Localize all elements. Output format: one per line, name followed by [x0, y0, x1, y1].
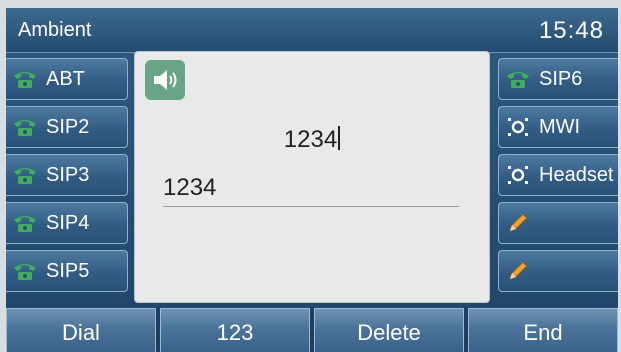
delete-softkey[interactable]: Delete: [314, 308, 464, 352]
line-key-abt[interactable]: ABT: [6, 58, 128, 100]
dial-number-text: 1234: [283, 126, 338, 153]
phone-screen: Ambient 15:48 ABT SIP2 SIP3 SIP4 SIP5 12…: [6, 8, 618, 352]
dss-key-headset[interactable]: Headset: [498, 154, 618, 196]
phone-icon: [8, 213, 42, 233]
dss-key-empty-1[interactable]: [498, 202, 618, 244]
dial-panel: 1234 1234: [135, 52, 489, 302]
softkey-bar: Dial 123 Delete End: [6, 308, 618, 352]
text-caret: [338, 126, 341, 150]
line-key-label: SIP3: [46, 163, 90, 186]
screen-title: Ambient: [18, 19, 92, 41]
dss-key-sip6[interactable]: SIP6: [498, 58, 618, 100]
line-key-label: SIP5: [46, 259, 90, 282]
phone-icon: [8, 117, 42, 137]
phone-icon: [501, 69, 535, 89]
phone-icon: [8, 165, 42, 185]
phone-icon: [8, 69, 42, 89]
speaker-icon: [145, 60, 185, 100]
dss-key-label: SIP6: [539, 67, 583, 90]
input-mode-softkey[interactable]: 123: [160, 308, 310, 352]
dial-softkey[interactable]: Dial: [6, 308, 156, 352]
line-key-sip2[interactable]: SIP2: [6, 106, 128, 148]
number-suggestion[interactable]: 1234: [163, 174, 216, 202]
dss-key-mwi[interactable]: MWI: [498, 106, 618, 148]
phone-icon: [8, 261, 42, 281]
status-bar: Ambient 15:48: [6, 8, 618, 53]
blf-icon: [501, 164, 535, 186]
dss-key-label: MWI: [539, 115, 581, 138]
pencil-icon: [501, 211, 535, 235]
line-key-label: ABT: [46, 67, 85, 90]
line-key-label: SIP2: [46, 115, 90, 138]
line-key-sip3[interactable]: SIP3: [6, 154, 128, 196]
clock: 15:48: [538, 17, 604, 44]
dss-key-label: Headset: [539, 163, 614, 186]
dial-number-input[interactable]: 1234: [135, 126, 489, 154]
line-key-label: SIP4: [46, 211, 90, 234]
line-key-sip4[interactable]: SIP4: [6, 202, 128, 244]
end-softkey[interactable]: End: [468, 308, 618, 352]
blf-icon: [501, 116, 535, 138]
suggestion-divider: [163, 206, 459, 207]
line-key-sip5[interactable]: SIP5: [6, 250, 128, 292]
dss-key-empty-2[interactable]: [498, 250, 618, 292]
pencil-icon: [501, 259, 535, 283]
